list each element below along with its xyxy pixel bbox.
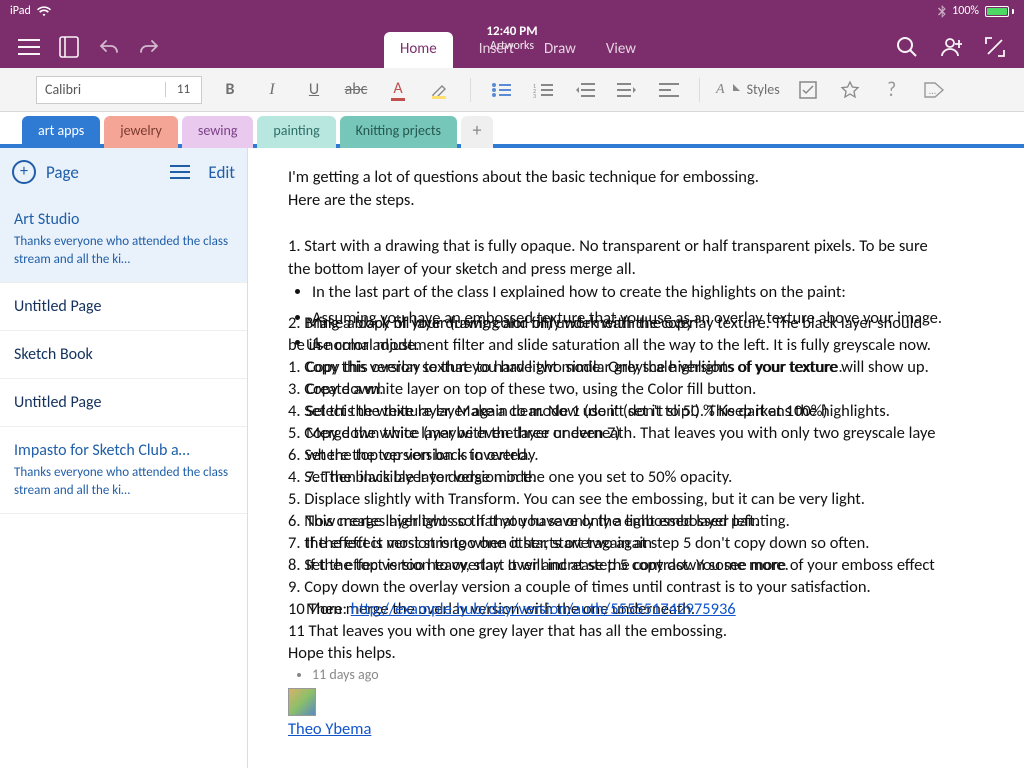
tag-star-button[interactable] [836,76,864,104]
search-icon[interactable] [896,36,918,58]
section-tab-0[interactable]: art apps [22,116,100,148]
fullscreen-icon[interactable] [984,36,1006,58]
ios-status-bar: iPad 100% [0,0,1024,22]
font-picker[interactable]: Calibri 11 [36,76,202,104]
bluetooth-icon [938,5,946,18]
tab-home[interactable]: Home [384,32,453,68]
meta-bullet: 11 days ago [288,665,1010,685]
section-tab-1[interactable]: jewelry [104,116,178,148]
page-label[interactable]: Page [46,162,79,183]
outdent-button[interactable] [571,76,599,104]
indent-button[interactable] [613,76,641,104]
edit-pages-button[interactable]: Edit [208,162,235,183]
add-page-button[interactable]: + [12,160,36,184]
section-tab-3[interactable]: painting [257,116,335,148]
page-list-item[interactable]: Sketch Book [0,331,247,379]
bullets-button[interactable] [487,76,515,104]
page-title: Sketch Book [14,345,233,364]
help-button[interactable]: ? [878,76,906,104]
list-view-icon[interactable] [170,165,190,179]
page-list-item[interactable]: Art Studio Thanks everyone who attended t… [0,196,247,283]
page-list-item[interactable]: Untitled Page [0,283,247,331]
main-split: + Page Edit Art Studio Thanks everyone wh… [0,148,1024,768]
tab-view[interactable]: View [602,32,640,68]
bold-button[interactable]: B [216,76,244,104]
font-name[interactable]: Calibri [37,81,165,98]
svg-text:3: 3 [533,92,536,98]
ribbon-tabs: Home Insert Draw View [384,32,640,68]
page-list-panel: + Page Edit Art Studio Thanks everyone wh… [0,148,248,768]
page-list-item[interactable]: Impasto for Sketch Club a… Thanks everyon… [0,427,247,514]
text-block-1[interactable]: I'm getting a lot of questions about the… [288,166,1010,281]
styles-button[interactable]: AStyles [716,81,780,98]
redo-icon[interactable] [138,36,160,58]
timestamp: 11 days ago [312,665,1010,685]
page-title: Untitled Page [14,393,233,412]
author-link[interactable]: Theo Ybema [288,718,1010,741]
page-list: Art Studio Thanks everyone who attended t… [0,196,247,514]
hamburger-icon[interactable] [18,36,40,58]
more-tag-button[interactable]: … [920,76,948,104]
highlight-button[interactable] [426,76,454,104]
section-tabs: art appsjewelrysewingpaintingKnitting pr… [0,112,1024,148]
separator [470,78,471,102]
align-button[interactable] [655,76,683,104]
note-canvas[interactable]: I'm getting a lot of questions about the… [248,148,1024,768]
todo-checkbox-button[interactable] [794,76,822,104]
svg-text:…: … [929,84,936,97]
avatar[interactable] [288,688,316,716]
wifi-icon [37,6,51,17]
page-title: Untitled Page [14,297,233,316]
share-person-icon[interactable] [940,36,962,58]
page-list-header: + Page Edit [0,148,247,196]
page-title: Impasto for Sketch Club a… [14,441,233,460]
page-preview: Thanks everyone who attended the class s… [14,464,233,499]
page-preview: Thanks everyone who attended the class s… [14,233,233,268]
separator [699,78,700,102]
undo-icon[interactable] [98,36,120,58]
font-size[interactable]: 11 [165,82,201,97]
format-toolbar: Calibri 11 B I U abc A 123 AStyles ? … [0,68,1024,112]
add-section-button[interactable]: + [461,116,493,148]
tab-insert[interactable]: Insert [475,32,518,68]
font-color-button[interactable]: A [384,76,412,104]
italic-button[interactable]: I [258,76,286,104]
battery-icon [985,6,1014,17]
page-list-item[interactable]: Untitled Page [0,379,247,427]
tab-draw[interactable]: Draw [540,32,580,68]
underline-button[interactable]: U [300,76,328,104]
notebook-icon[interactable] [58,36,80,58]
battery-percent: 100% [952,4,979,18]
device-label: iPad [10,4,31,18]
page-title: Art Studio [14,210,233,229]
strike-button[interactable]: abc [342,76,370,104]
section-tab-4[interactable]: Knitting prjects [340,116,457,148]
text-block-2[interactable]: 2. Bring a black fill layer (using color… [288,312,1010,664]
section-tab-2[interactable]: sewing [182,116,254,148]
app-title-bar: 12:40 PM Artworks Home Insert Draw View [0,22,1024,68]
numbering-button[interactable]: 123 [529,76,557,104]
